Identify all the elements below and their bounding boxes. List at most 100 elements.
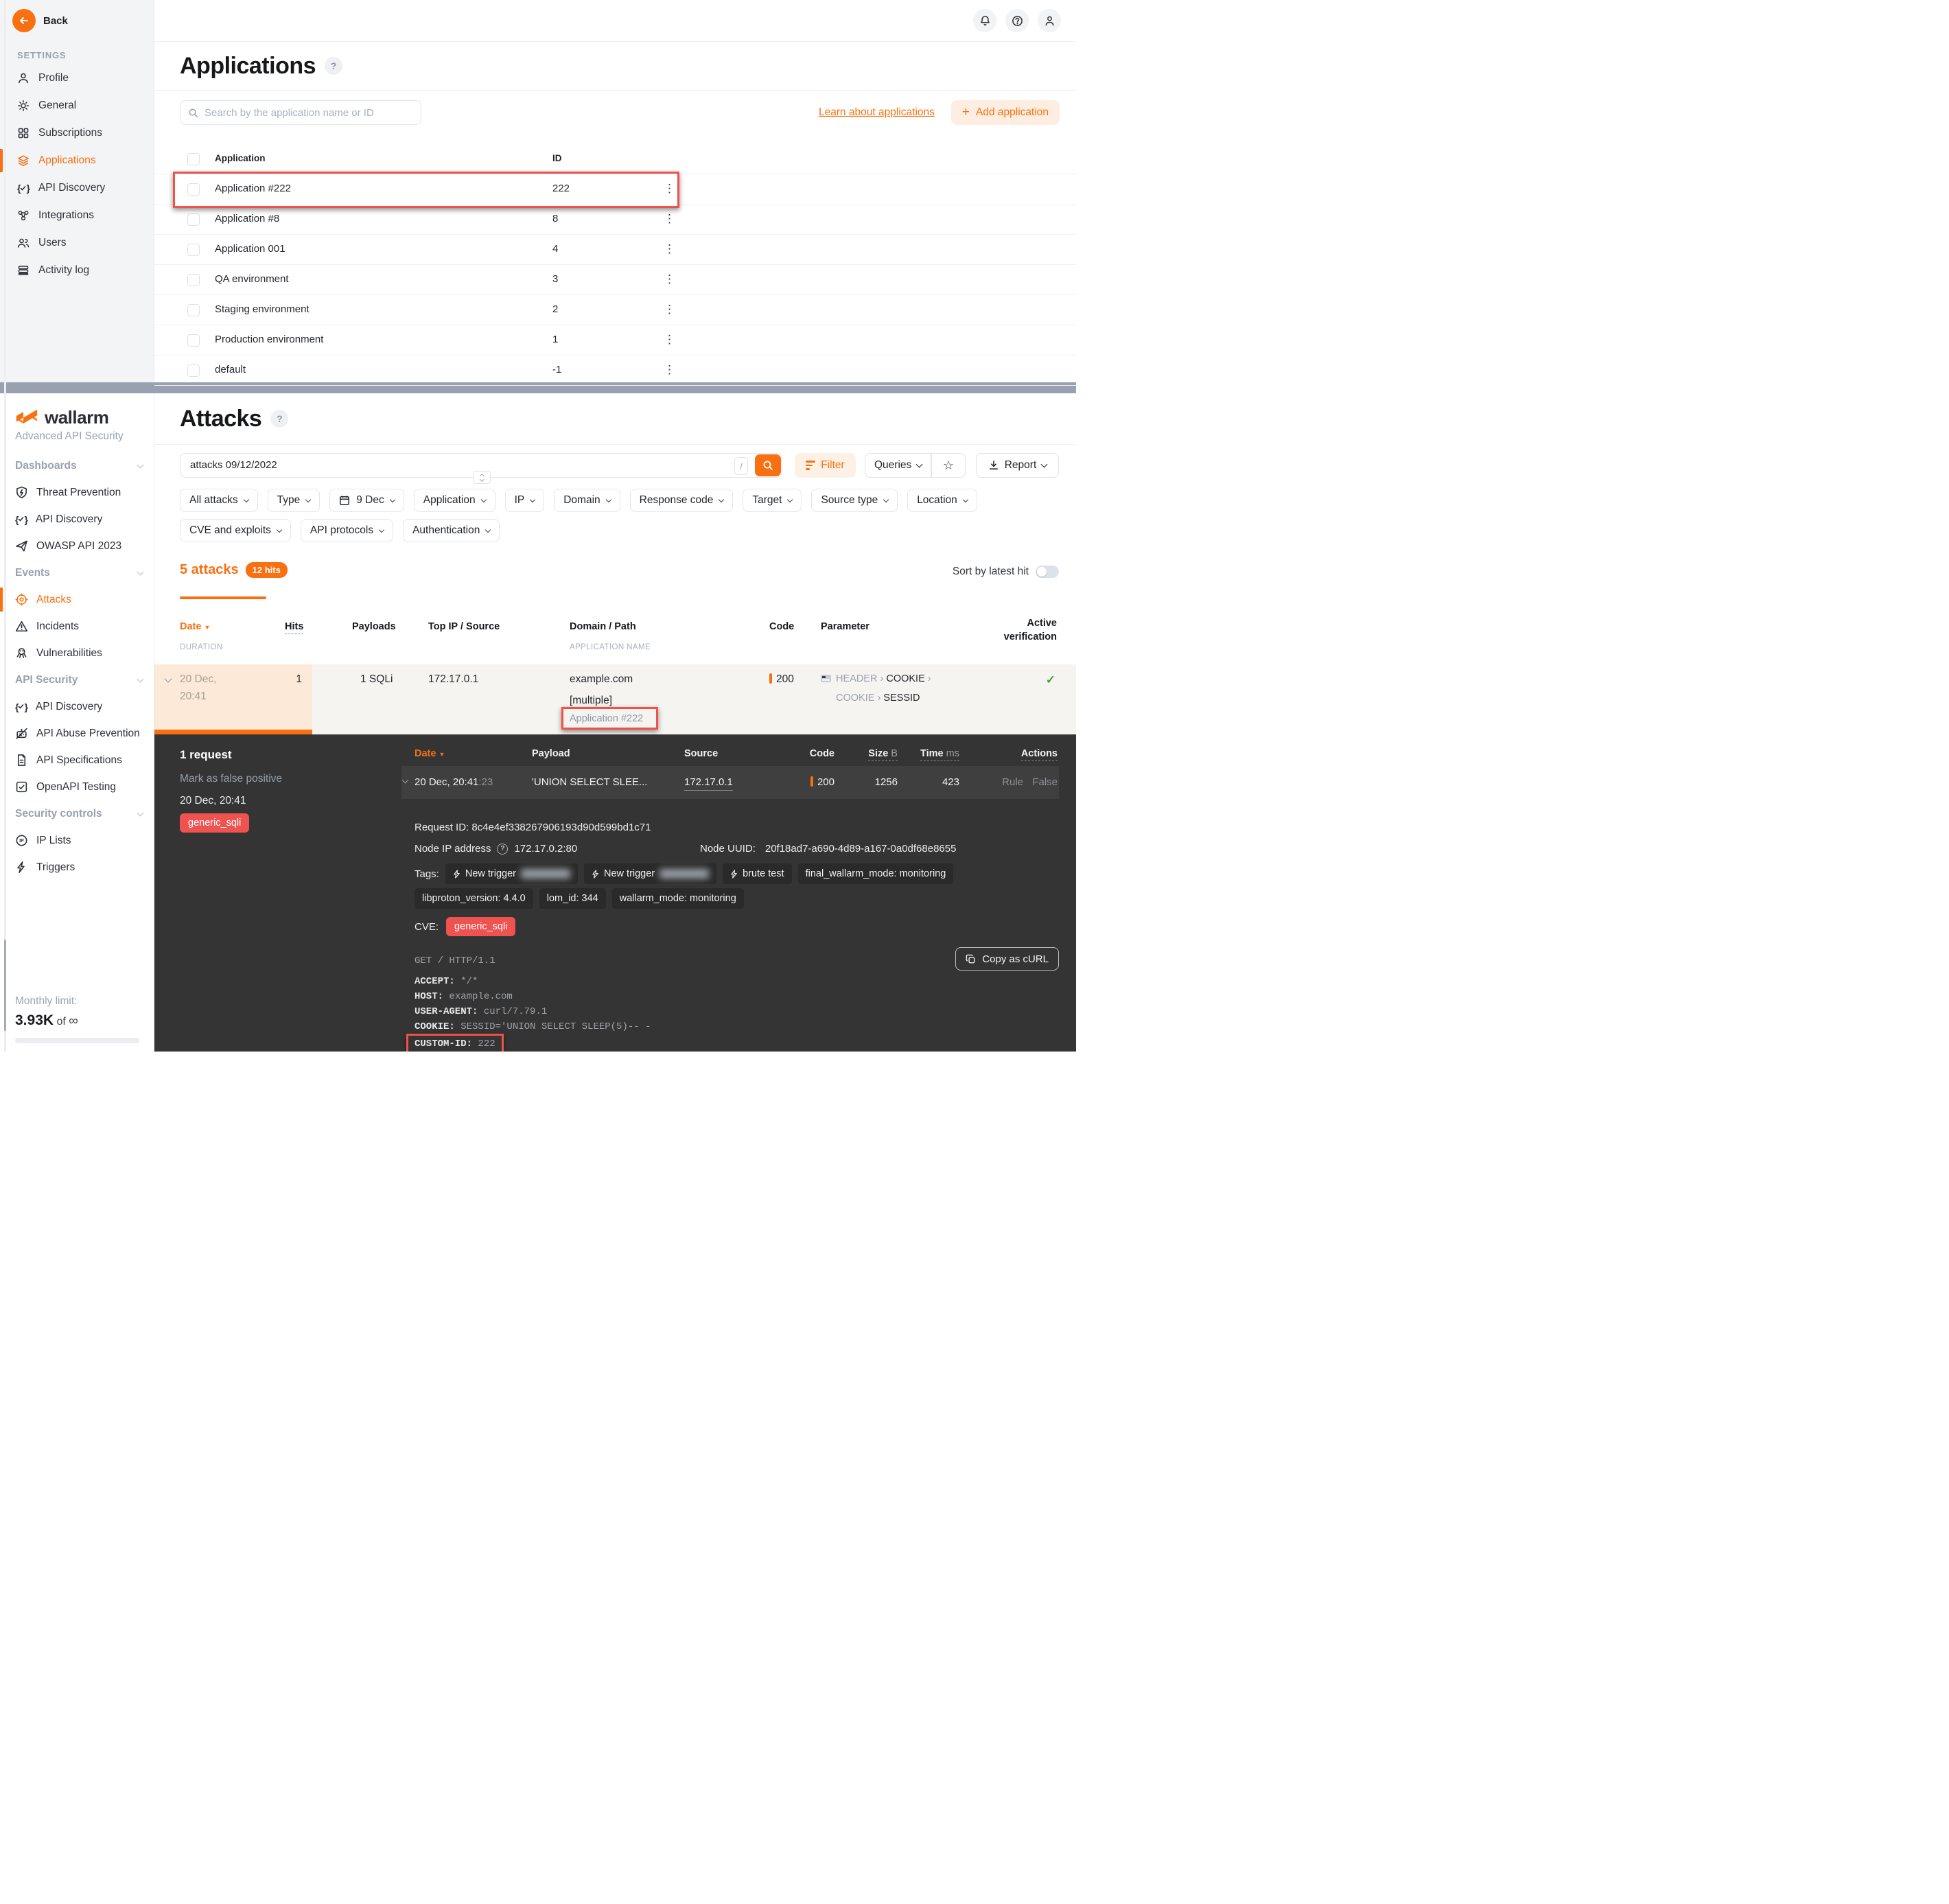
sidebar-item-activity-log[interactable]: Activity log xyxy=(0,257,154,284)
sidebar-item-general[interactable]: General xyxy=(0,92,154,119)
tag-chip-new-trigger[interactable]: New trigger xyxy=(445,863,578,884)
sidebar-item-owasp-api-2023[interactable]: OWASP API 2023 xyxy=(0,533,154,559)
report-button[interactable]: Report xyxy=(976,453,1059,478)
filter-chip-date[interactable]: 9 Dec xyxy=(329,489,404,512)
sidebar-item-subscriptions[interactable]: Subscriptions xyxy=(0,119,154,147)
table-row[interactable]: Application #8 8 ⋮ xyxy=(154,205,1076,235)
row-checkbox[interactable] xyxy=(187,274,200,286)
filter-chip-target[interactable]: Target xyxy=(743,489,802,512)
copy-as-curl-button[interactable]: Copy as cURL xyxy=(955,947,1059,971)
account-user-icon[interactable] xyxy=(1038,9,1061,32)
sidebar-item-api-discovery-dash[interactable]: {} API Discovery xyxy=(0,506,154,533)
learn-about-applications-link[interactable]: Learn about applications xyxy=(819,106,935,119)
table-row[interactable]: Application 001 4 ⋮ xyxy=(154,235,1076,265)
table-row[interactable]: Staging environment 2 ⋮ xyxy=(154,295,1076,325)
queries-button[interactable]: Queries xyxy=(865,454,931,477)
filter-chip-source-type[interactable]: Source type xyxy=(811,489,898,512)
sidebar-item-api-abuse-prevention[interactable]: API Abuse Prevention xyxy=(0,720,154,747)
tag-chip-final-wallarm-mode[interactable]: final_wallarm_mode: monitoring xyxy=(798,863,954,884)
row-checkbox[interactable] xyxy=(187,334,200,347)
req-column-actions[interactable]: Actions xyxy=(1021,748,1058,759)
search-button[interactable] xyxy=(755,454,781,476)
tag-chip-new-trigger[interactable]: New trigger xyxy=(584,863,716,884)
table-row[interactable]: Application #222 222 ⋮ xyxy=(154,174,1076,205)
row-menu-icon[interactable]: ⋮ xyxy=(664,212,675,226)
filter-chip-location[interactable]: Location xyxy=(907,489,977,512)
tag-chip-libproton[interactable]: libproton_version: 4.4.0 xyxy=(415,888,533,909)
attack-type-badge[interactable]: generic_sqli xyxy=(180,813,249,833)
sidebar-item-incidents[interactable]: Incidents xyxy=(0,613,154,640)
title-help-icon[interactable]: ? xyxy=(270,410,288,428)
filter-chip-cve-exploits[interactable]: CVE and exploits xyxy=(180,519,291,542)
attack-application-name[interactable]: Application #222 xyxy=(570,713,643,724)
cve-badge[interactable]: generic_sqli xyxy=(446,917,515,936)
attacks-search-input[interactable]: attacks 09/12/2022 / xyxy=(180,453,782,478)
filter-chip-authentication[interactable]: Authentication xyxy=(403,519,500,542)
application-search-input[interactable]: Search by the application name or ID xyxy=(180,100,421,125)
request-source[interactable]: 172.17.0.1 xyxy=(684,776,733,788)
table-row[interactable]: Production environment 1 ⋮ xyxy=(154,325,1076,356)
row-menu-icon[interactable]: ⋮ xyxy=(664,333,675,347)
favorite-star-icon[interactable]: ☆ xyxy=(932,454,965,477)
row-checkbox[interactable] xyxy=(187,213,200,226)
row-menu-icon[interactable]: ⋮ xyxy=(664,182,675,196)
scrollbar-track[interactable] xyxy=(4,0,6,1052)
sidebar-item-users[interactable]: Users xyxy=(0,229,154,257)
filter-chip-type[interactable]: Type xyxy=(268,489,320,512)
mark-false-positive-link[interactable]: Mark as false positive xyxy=(180,773,282,785)
row-menu-icon[interactable]: ⋮ xyxy=(664,242,675,256)
sidebar-item-profile[interactable]: Profile xyxy=(0,65,154,92)
row-menu-icon[interactable]: ⋮ xyxy=(664,272,675,286)
sort-by-latest-hit-toggle[interactable] xyxy=(1036,566,1059,578)
table-row[interactable]: default -1 ⋮ xyxy=(154,356,1076,386)
row-checkbox[interactable] xyxy=(187,304,200,316)
filter-chip-api-protocols[interactable]: API protocols xyxy=(301,519,393,542)
attack-row[interactable]: 20 Dec, 20:41 1 1 SQLi 172.17.0.1 exampl… xyxy=(154,664,1076,734)
sidebar-item-api-discovery[interactable]: {} API Discovery xyxy=(0,693,154,720)
row-checkbox[interactable] xyxy=(187,244,200,256)
tag-chip-brute-test[interactable]: brute test xyxy=(723,863,791,884)
nav-group-dashboards[interactable]: Dashboards xyxy=(0,452,154,479)
sidebar-item-ip-lists[interactable]: IP IP Lists xyxy=(0,827,154,854)
column-header-date[interactable]: Date▼ xyxy=(180,621,210,632)
filter-chip-response-code[interactable]: Response code xyxy=(630,489,734,512)
filter-button[interactable]: Filter xyxy=(795,453,856,478)
help-icon[interactable] xyxy=(1005,9,1029,32)
tag-chip-lom-id[interactable]: lom_id: 344 xyxy=(539,888,606,909)
notifications-bell-icon[interactable] xyxy=(973,9,996,32)
request-row[interactable]: 20 Dec, 20:41:23 'UNION SELECT SLEE... 1… xyxy=(401,766,1059,799)
tag-chip-wallarm-mode[interactable]: wallarm_mode: monitoring xyxy=(612,888,744,909)
nav-group-security-controls[interactable]: Security controls xyxy=(0,800,154,827)
req-column-date[interactable]: Date▼ xyxy=(415,748,445,759)
search-expand-stepper[interactable] xyxy=(473,471,491,484)
table-row[interactable]: QA environment 3 ⋮ xyxy=(154,265,1076,295)
row-menu-icon[interactable]: ⋮ xyxy=(664,363,675,377)
sidebar-item-attacks[interactable]: Attacks xyxy=(0,586,154,613)
filter-chip-domain[interactable]: Domain xyxy=(554,489,620,512)
sidebar-item-vulnerabilities[interactable]: Vulnerabilities xyxy=(0,640,154,666)
title-help-icon[interactable]: ? xyxy=(325,57,342,75)
req-column-time[interactable]: Time ms xyxy=(898,748,959,759)
row-menu-icon[interactable]: ⋮ xyxy=(664,303,675,316)
select-all-checkbox[interactable] xyxy=(187,153,200,165)
request-action-rule[interactable]: Rule xyxy=(1002,776,1023,788)
help-circle-icon[interactable]: ? xyxy=(497,844,508,855)
filter-chip-all-attacks[interactable]: All attacks xyxy=(180,489,258,512)
sidebar-item-integrations[interactable]: Integrations xyxy=(0,202,154,229)
sidebar-item-api-specifications[interactable]: API Specifications xyxy=(0,747,154,774)
sidebar-item-openapi-testing[interactable]: OpenAPI Testing xyxy=(0,774,154,800)
nav-group-events[interactable]: Events xyxy=(0,559,154,586)
row-checkbox[interactable] xyxy=(187,364,200,377)
filter-chip-application[interactable]: Application xyxy=(414,489,495,512)
back-button[interactable]: Back xyxy=(0,0,154,32)
add-application-button[interactable]: + Add application xyxy=(951,100,1060,125)
scrollbar-thumb[interactable] xyxy=(4,940,6,1031)
req-column-size[interactable]: Size B xyxy=(834,748,898,759)
column-header-hits[interactable]: Hits xyxy=(285,621,303,634)
sidebar-item-api-discovery[interactable]: {} API Discovery xyxy=(0,174,154,202)
nav-group-api-security[interactable]: API Security xyxy=(0,666,154,693)
filter-chip-ip[interactable]: IP xyxy=(505,489,545,512)
sidebar-item-triggers[interactable]: Triggers xyxy=(0,854,154,881)
sidebar-item-applications[interactable]: Applications xyxy=(0,147,154,174)
row-checkbox[interactable] xyxy=(187,183,200,196)
